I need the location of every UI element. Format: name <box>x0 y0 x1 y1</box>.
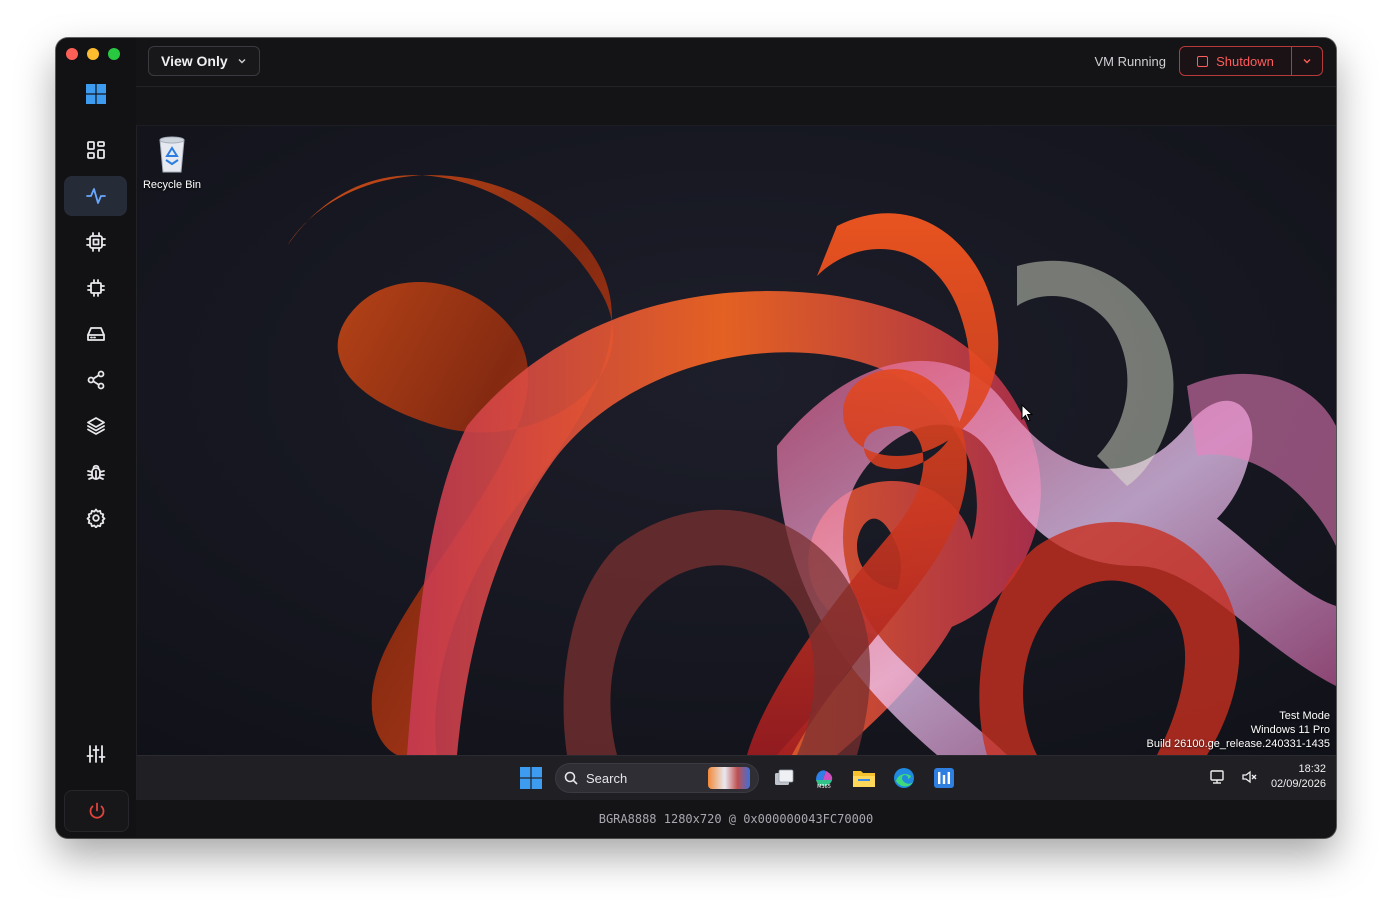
task-view-icon <box>775 769 794 785</box>
test-mode-watermark: Test Mode Windows 11 Pro Build 26100.ge_… <box>1147 709 1331 751</box>
search-highlight-image <box>708 767 750 789</box>
taskbar-search-box[interactable]: Search <box>555 763 759 793</box>
taskbar-app-file-explorer[interactable] <box>849 763 879 793</box>
shutdown-label: Shutdown <box>1216 53 1274 69</box>
taskbar-app-store[interactable] <box>929 763 959 793</box>
top-bar: View Only VM Running Shutdown <box>136 38 1336 87</box>
sidebar-item-activity[interactable] <box>64 176 127 216</box>
sidebar-item-debug[interactable] <box>64 452 127 492</box>
power-button[interactable] <box>64 790 129 832</box>
desktop-wallpaper <box>137 126 1336 755</box>
chevron-down-icon <box>1303 59 1311 64</box>
framebuffer-status-bar: BGRA8888 1280x720 @ 0x000000043FC70000 <box>136 800 1336 838</box>
sliders-icon <box>86 745 105 763</box>
store-icon <box>934 768 954 788</box>
sidebar-item-settings[interactable] <box>64 498 127 538</box>
volume-muted-icon[interactable] <box>1241 769 1257 785</box>
taskbar-app-edge[interactable] <box>889 763 919 793</box>
layers-icon <box>86 417 105 435</box>
power-icon <box>89 802 104 819</box>
search-placeholder: Search <box>586 770 628 786</box>
storage-icon <box>86 327 105 341</box>
sidebar-item-network[interactable] <box>64 360 127 400</box>
mouse-cursor-icon <box>1021 404 1033 422</box>
file-explorer-icon <box>853 771 875 787</box>
close-window-button[interactable] <box>66 48 78 60</box>
view-mode-dropdown[interactable]: View Only <box>148 46 260 76</box>
m365-copilot-icon: M365 <box>816 770 833 790</box>
system-tray: 18:32 02/09/2026 <box>1209 762 1326 792</box>
dashboard-icon <box>86 141 105 159</box>
share-icon <box>87 370 104 390</box>
bug-icon <box>86 464 105 480</box>
windows-taskbar: Search M365 18:32 02/09/2026 <box>137 755 1336 800</box>
watermark-line-3: Build 26100.ge_release.240331-1435 <box>1146 738 1331 750</box>
chevron-down-icon <box>238 59 246 64</box>
sidebar-item-storage[interactable] <box>64 314 127 354</box>
watermark-line-1: Test Mode <box>1279 710 1330 722</box>
sidebar-item-layers[interactable] <box>64 406 127 446</box>
shutdown-button[interactable]: Shutdown <box>1180 47 1292 75</box>
network-icon[interactable] <box>1209 768 1227 786</box>
edge-icon <box>894 768 914 788</box>
recycle-bin-icon <box>159 136 185 173</box>
vm-status-text: VM Running <box>1094 54 1166 69</box>
sidebar-item-adjustments[interactable] <box>64 734 127 774</box>
clock-time: 18:32 <box>1298 763 1326 775</box>
svg-text:M365: M365 <box>817 784 831 790</box>
view-mode-label: View Only <box>161 53 228 69</box>
vm-display[interactable]: Recycle Bin Test Mode Windows 11 Pro Bui… <box>137 126 1336 755</box>
zoom-window-button[interactable] <box>108 48 120 60</box>
shutdown-options-button[interactable] <box>1292 47 1322 75</box>
taskbar-clock[interactable]: 18:32 02/09/2026 <box>1271 762 1326 792</box>
taskbar-app-m365[interactable]: M365 <box>809 763 839 793</box>
framebuffer-info: BGRA8888 1280x720 @ 0x000000043FC70000 <box>598 812 874 826</box>
settings-icon <box>86 508 105 528</box>
sidebar-item-cpu[interactable] <box>64 222 127 262</box>
desktop-icon-label: Recycle Bin <box>142 179 202 191</box>
start-button[interactable] <box>517 764 545 792</box>
sidebar-item-dashboard[interactable] <box>64 130 127 170</box>
minimize-window-button[interactable] <box>87 48 99 60</box>
window-controls <box>66 48 120 60</box>
search-icon <box>564 771 578 785</box>
app-window: View Only VM Running Shutdown Recycle Bi… <box>56 38 1336 838</box>
taskbar-center: Search M365 <box>517 762 959 794</box>
sidebar <box>56 38 137 838</box>
activity-icon <box>85 188 106 204</box>
shutdown-split-button: Shutdown <box>1179 46 1323 76</box>
chip-icon <box>86 279 105 297</box>
taskbar-app-task-view[interactable] <box>769 763 799 793</box>
sidebar-item-memory[interactable] <box>64 268 127 308</box>
desktop-icon-recycle-bin[interactable]: Recycle Bin <box>141 134 203 191</box>
stop-icon <box>1197 55 1209 67</box>
cpu-icon <box>85 232 106 252</box>
toolbar-strip <box>136 87 1336 126</box>
windows-logo-icon <box>86 84 106 104</box>
windows-start-icon <box>520 767 542 789</box>
clock-date: 02/09/2026 <box>1270 778 1326 790</box>
watermark-line-2: Windows 11 Pro <box>1250 724 1330 736</box>
